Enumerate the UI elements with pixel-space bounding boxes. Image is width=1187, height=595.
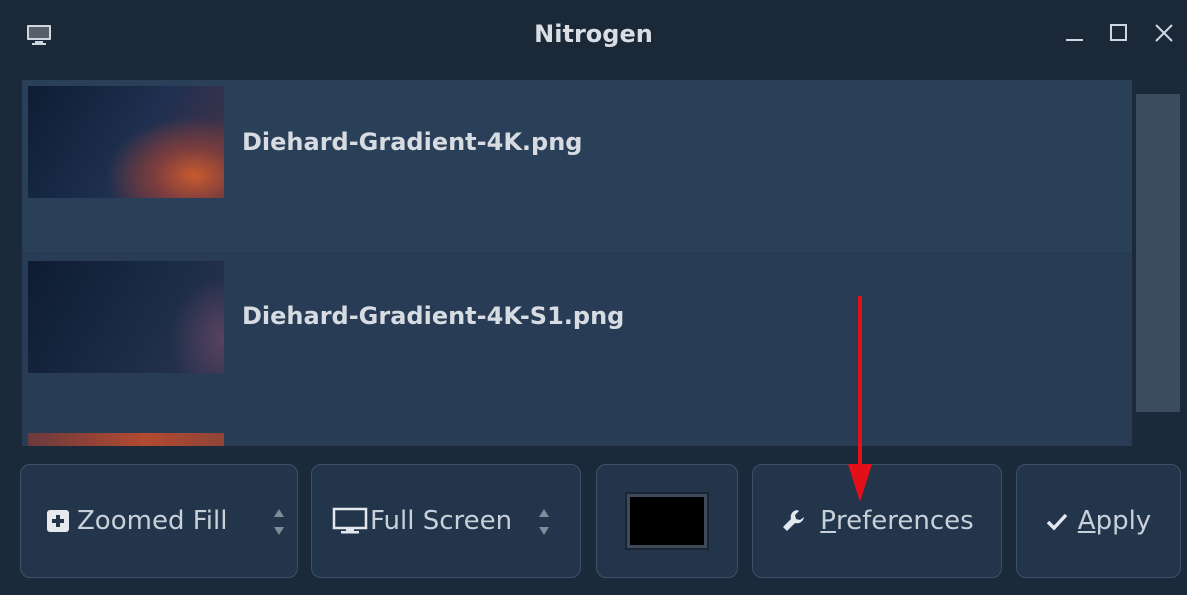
checkmark-icon (1046, 513, 1068, 531)
window-title: Nitrogen (534, 20, 653, 48)
title-bar[interactable]: Nitrogen (0, 0, 1187, 70)
apply-mnemonic: A (1077, 506, 1096, 536)
wallpaper-thumbnail (28, 433, 224, 446)
minimize-button[interactable] (1062, 20, 1088, 46)
color-swatch (625, 492, 709, 550)
maximize-button[interactable] (1106, 20, 1132, 46)
wallpaper-thumbnail (28, 86, 224, 198)
close-icon (1155, 24, 1173, 42)
close-button[interactable] (1151, 20, 1177, 46)
nitrogen-window: Nitrogen Diehard-Gradient-4K.png Diehard… (0, 0, 1187, 595)
spinner-arrows-icon (539, 509, 549, 535)
apply-label: pply (1095, 506, 1152, 536)
wallpaper-filename: Diehard-Gradient-4K-S1.png (242, 302, 625, 330)
wallpaper-row[interactable]: Diehard-Gradient-4K.png (22, 80, 1132, 252)
screen-label: Full Screen (370, 506, 513, 536)
wallpaper-filename: Diehard-Gradient-4K.png (242, 128, 583, 156)
maximize-icon (1110, 24, 1127, 41)
monitor-icon (332, 507, 368, 534)
preferences-label: references (835, 506, 974, 536)
screen-select[interactable]: Full Screen (311, 464, 581, 578)
wrench-icon (783, 510, 805, 531)
zoom-mode-label: Zoomed Fill (77, 506, 228, 536)
preferences-mnemonic: P (820, 506, 836, 536)
wallpaper-thumbnail (28, 261, 224, 373)
apply-button[interactable]: Apply (1016, 464, 1181, 578)
spinner-arrows-icon (274, 509, 284, 535)
preferences-button[interactable]: Preferences (752, 464, 1002, 578)
minimize-icon (1066, 39, 1083, 41)
zoom-mode-select[interactable]: Zoomed Fill (20, 464, 298, 578)
wallpaper-list[interactable]: Diehard-Gradient-4K.png Diehard-Gradient… (22, 80, 1132, 446)
scrollbar-thumb[interactable] (1136, 94, 1180, 412)
wallpaper-row[interactable]: Diehard-Gradient-4K-S1.png (22, 254, 1132, 426)
background-color-button[interactable] (596, 464, 738, 578)
wallpaper-row[interactable] (22, 428, 1132, 446)
zoomed-fill-icon (47, 510, 69, 532)
